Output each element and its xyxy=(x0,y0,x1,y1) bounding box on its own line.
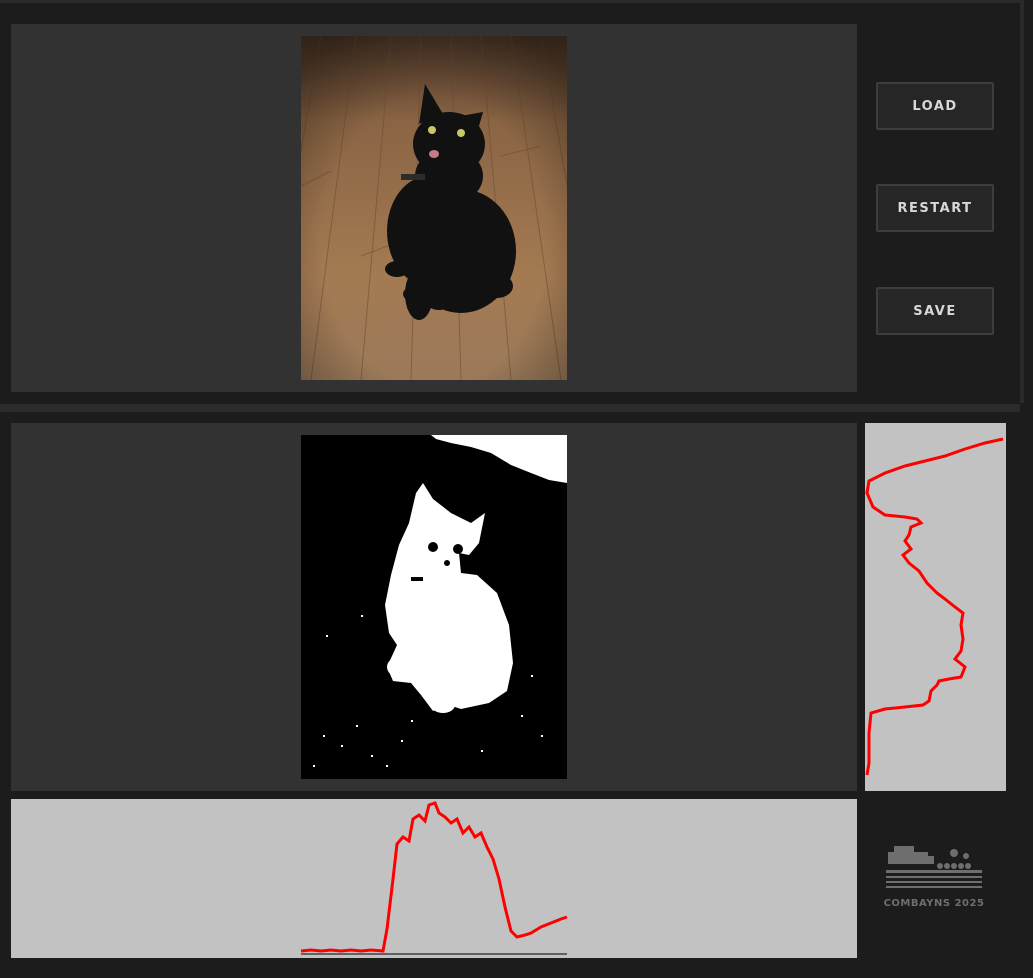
load-button[interactable]: LOAD xyxy=(876,82,994,130)
combayns-logo-icon xyxy=(886,846,982,888)
binary-mask-image xyxy=(301,435,567,779)
restart-button[interactable]: RESTART xyxy=(876,184,994,232)
row-profile-histogram xyxy=(865,423,1006,791)
save-button[interactable]: SAVE xyxy=(876,287,994,335)
column-profile-plot xyxy=(300,801,568,955)
original-image-panel xyxy=(11,24,857,392)
logo-text: COMBAYNS 2025 xyxy=(883,898,985,909)
section-divider xyxy=(0,404,1020,412)
row-profile-line xyxy=(865,437,1004,776)
column-profile-histogram xyxy=(11,799,857,958)
binary-mask-panel xyxy=(11,423,857,791)
original-cat-photo xyxy=(301,36,567,380)
column-profile-line xyxy=(300,801,568,953)
row-profile-plot xyxy=(865,437,1004,776)
